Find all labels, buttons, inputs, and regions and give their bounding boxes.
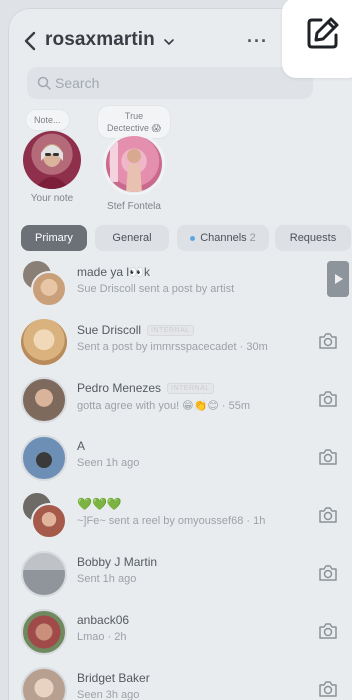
compose-icon: [307, 17, 339, 49]
note-label: Stef Fontela: [107, 201, 161, 212]
avatar: [21, 435, 67, 481]
thread-row[interactable]: Sue Driscoll INTERNAL Sent a post by immr…: [9, 317, 352, 375]
post-thumbnail[interactable]: [327, 261, 349, 297]
thread-preview: Seen 1h ago: [77, 457, 140, 469]
thread-name: Pedro Menezes INTERNAL: [77, 381, 214, 395]
avatar: [31, 271, 67, 307]
thread-preview: Seen 3h ago: [77, 689, 140, 700]
thread-name-text: Sue Driscoll: [77, 323, 142, 337]
avatar: [106, 136, 162, 192]
thread-row[interactable]: Pedro Menezes INTERNAL gotta agree with y…: [9, 375, 352, 433]
compose-button[interactable]: [282, 0, 352, 78]
thread-preview: ~]Fe~ sent a reel by omyoussef68 · 1h: [77, 515, 266, 527]
tab-label: General: [112, 232, 152, 244]
thread-name: anback06: [77, 613, 130, 627]
tab-primary[interactable]: Primary: [21, 225, 87, 251]
thread-row[interactable]: 💚💚💚 ~]Fe~ sent a reel by omyoussef68 · 1…: [9, 491, 352, 549]
camera-icon[interactable]: [317, 447, 339, 467]
tab-count: 2: [249, 232, 256, 244]
thread-name: A: [77, 439, 86, 453]
thread-name: Bridget Baker: [77, 671, 150, 685]
thread-name: 💚💚💚: [77, 497, 122, 511]
note-label: Your note: [30, 193, 74, 204]
thread-row[interactable]: Bobby J Martin Sent 1h ago: [9, 549, 352, 607]
avatar: [21, 377, 67, 423]
inbox-tabs: Primary General Channels 2 Requests: [9, 225, 352, 251]
thread-name: Bobby J Martin: [77, 555, 158, 569]
thread-name: Sue Driscoll INTERNAL: [77, 323, 194, 337]
thread-preview: Sent a post by immrsspacecadet · 30m: [77, 341, 268, 353]
avatar: [21, 609, 67, 655]
back-arrow-icon[interactable]: [21, 29, 41, 53]
camera-icon[interactable]: [317, 621, 339, 641]
avatar: [21, 551, 67, 597]
tab-label: Channels: [200, 232, 247, 244]
camera-icon[interactable]: [317, 679, 339, 699]
thread-preview: Sue Driscoll sent a post by artist: [77, 283, 235, 295]
thread-preview: gotta agree with you! 😁👏😊 · 55m: [77, 400, 250, 412]
search-input[interactable]: Search: [55, 75, 99, 91]
tab-requests[interactable]: Requests: [275, 225, 351, 251]
unread-dot: [190, 235, 196, 241]
search-icon: [37, 76, 51, 90]
thread-row[interactable]: Bridget Baker Seen 3h ago: [9, 665, 352, 700]
thread-row[interactable]: A Seen 1h ago: [9, 433, 352, 491]
tab-label: Requests: [289, 232, 337, 244]
internal-badge: INTERNAL: [167, 383, 214, 394]
avatar: [31, 503, 67, 539]
camera-icon[interactable]: [317, 563, 339, 583]
camera-icon[interactable]: [317, 505, 339, 525]
inbox-panel: rosaxmartin ··· Search Note... Your note…: [8, 8, 352, 700]
avatar: [21, 319, 67, 365]
tab-general[interactable]: General: [95, 225, 169, 251]
tab-channels[interactable]: Channels 2: [177, 225, 269, 251]
thread-row[interactable]: made ya l👀k Sue Driscoll sent a post by …: [9, 259, 352, 317]
note-bubble: Note...: [25, 109, 70, 131]
search-bar[interactable]: Search: [27, 67, 313, 99]
internal-badge: INTERNAL: [147, 325, 194, 336]
account-username[interactable]: rosaxmartin: [45, 29, 155, 51]
thread-row[interactable]: anback06 Lmao · 2h: [9, 607, 352, 665]
thread-name: made ya l👀k: [77, 265, 150, 279]
camera-icon[interactable]: [317, 331, 339, 351]
thread-preview: Lmao · 2h: [77, 631, 127, 643]
thread-name-text: Pedro Menezes: [77, 381, 162, 395]
avatar: [23, 131, 81, 189]
avatar: [21, 667, 67, 700]
more-options-button[interactable]: ···: [247, 31, 268, 52]
chevron-down-icon[interactable]: [163, 37, 175, 47]
tab-label: Primary: [35, 232, 73, 244]
thread-preview: Sent 1h ago: [77, 573, 137, 585]
camera-icon[interactable]: [317, 389, 339, 409]
